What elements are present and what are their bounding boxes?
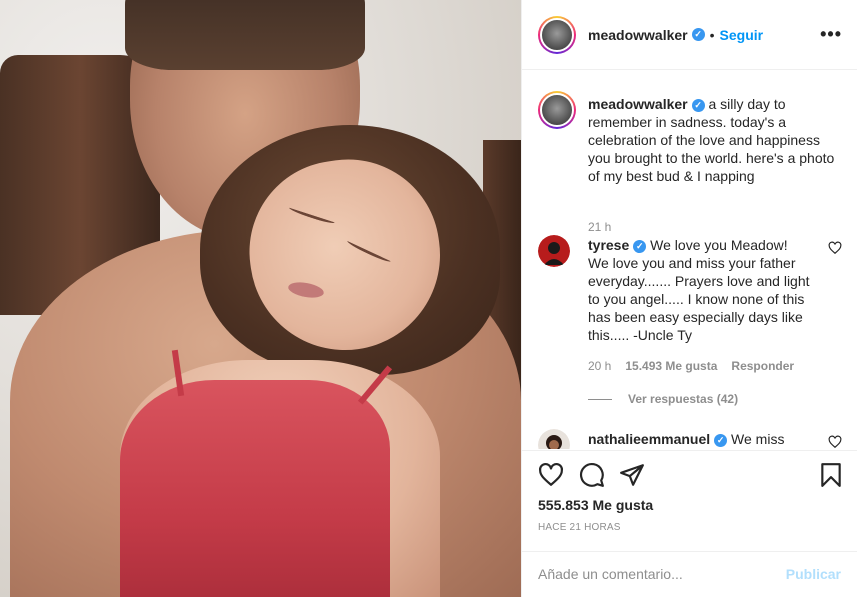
author-username[interactable]: meadowwalker <box>588 27 688 43</box>
view-replies-button[interactable]: Ver respuestas (42) <box>588 392 738 406</box>
heart-icon[interactable] <box>538 462 564 488</box>
header-user-info: meadowwalker ✓ • Seguir <box>588 27 763 43</box>
photo-girl-top <box>120 380 390 597</box>
comment-text-block: nathalieemmanuel ✓ We miss <box>588 430 810 448</box>
post-time[interactable]: HACE 21 HORAS <box>538 522 621 533</box>
more-options-icon[interactable]: ••• <box>820 24 842 45</box>
photo-man-hair <box>125 0 365 70</box>
replies-line <box>588 398 612 400</box>
verified-icon: ✓ <box>691 98 705 112</box>
separator-dot: • <box>709 26 715 43</box>
post-header: meadowwalker ✓ • Seguir ••• <box>522 0 857 70</box>
comment-text: We miss <box>731 431 785 447</box>
caption-text-block: meadowwalker ✓ a silly day to remember in… <box>588 95 838 185</box>
author-avatar[interactable] <box>538 15 576 54</box>
comments-list[interactable]: meadowwalker ✓ a silly day to remember in… <box>522 71 857 449</box>
comment-like-icon[interactable] <box>828 241 842 255</box>
commenter-avatar[interactable] <box>538 235 570 267</box>
comment-input[interactable] <box>538 566 768 582</box>
commenter-avatar[interactable] <box>538 429 570 449</box>
bookmark-icon[interactable] <box>818 462 844 488</box>
comment-icon[interactable] <box>579 462 605 488</box>
verified-icon: ✓ <box>633 239 647 253</box>
comment-meta: 20 h 15.493 Me gusta Responder <box>588 359 794 373</box>
publish-button[interactable]: Publicar <box>786 566 841 582</box>
caption-username[interactable]: meadowwalker <box>588 96 688 112</box>
caption-avatar[interactable] <box>538 91 576 129</box>
follow-button[interactable]: Seguir <box>720 27 764 43</box>
verified-icon: ✓ <box>691 28 705 41</box>
commenter-username[interactable]: nathalieemmanuel <box>588 431 710 447</box>
post-photo[interactable] <box>0 0 521 597</box>
reply-button[interactable]: Responder <box>731 359 794 373</box>
share-icon[interactable] <box>619 462 645 488</box>
view-replies-label: Ver respuestas (42) <box>628 392 739 406</box>
comment-likes[interactable]: 15.493 Me gusta <box>625 359 717 373</box>
post-actions: 555.853 Me gusta HACE 21 HORAS Publicar <box>522 450 857 597</box>
post-side-panel: meadowwalker ✓ • Seguir ••• meadowwalker… <box>521 0 857 597</box>
commenter-username[interactable]: tyrese <box>588 237 629 253</box>
like-count[interactable]: 555.853 Me gusta <box>538 497 653 513</box>
comment-text-block: tyrese ✓ We love you Meadow! We love you … <box>588 236 810 344</box>
add-comment-bar: Publicar <box>522 551 857 597</box>
verified-icon: ✓ <box>714 433 728 447</box>
instagram-post: meadowwalker ✓ • Seguir ••• meadowwalker… <box>0 0 857 597</box>
comment-like-icon[interactable] <box>828 435 842 449</box>
caption-time[interactable]: 21 h <box>588 220 611 234</box>
comment-time[interactable]: 20 h <box>588 359 611 373</box>
